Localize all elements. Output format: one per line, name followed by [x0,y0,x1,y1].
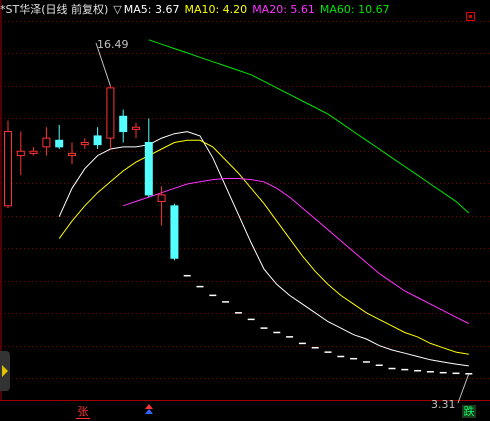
close-icon[interactable] [466,12,475,21]
candle-body [80,141,89,146]
candle-body [16,150,25,157]
fall-marker: 跌 [462,405,476,418]
candle-body [55,139,64,148]
moving-average-lines [58,39,470,367]
high-price-label: 16.49 [97,38,129,51]
chart-legend: *ST华泽(日线 前复权) ▽ MA5: 3.67 MA10: 4.20 MA20: 5… [0,2,395,18]
ma60-value: MA60: 10.67 [319,3,390,16]
expand-panel-arrow-icon[interactable] [0,351,10,391]
candle-body [157,194,166,202]
candle[interactable] [16,131,25,176]
candle[interactable] [170,203,179,261]
candle[interactable] [29,146,38,156]
ma10-line [58,139,469,355]
candle[interactable] [4,120,12,208]
red-blue-up-arrow-icon [145,404,153,414]
candle[interactable] [106,85,115,150]
candle-body [170,205,179,259]
ma20-value: MA20: 5.61 [252,3,315,16]
candle-body [119,115,128,133]
candle-body [68,152,76,157]
candle-body [106,87,115,139]
low-price-leader [457,373,470,404]
candle-body [29,150,38,154]
low-price-label: 3.31 [431,398,456,411]
candle-body [4,131,12,207]
ma60-line [148,39,470,214]
candle-body [42,137,51,148]
candle[interactable] [144,118,153,198]
candle-body [132,126,140,130]
ma10-value: MA10: 4.20 [184,3,248,16]
ma5-value: MA5: 3.67 [123,3,180,16]
stock-title: *ST华泽(日线 前复权) [0,3,109,16]
candle[interactable] [55,125,64,150]
candle-body [144,141,153,196]
candle[interactable] [80,138,89,150]
rise-marker: 张 [76,405,90,419]
candle[interactable] [68,142,76,165]
candle[interactable] [119,109,128,143]
kline-chart[interactable]: 16.49 3.31 [0,0,490,421]
price-grid [0,21,490,379]
ma-toggle-icon[interactable]: ▽ [113,2,121,18]
candle[interactable] [93,127,102,150]
candle[interactable] [132,122,140,139]
candle-body [93,135,102,146]
